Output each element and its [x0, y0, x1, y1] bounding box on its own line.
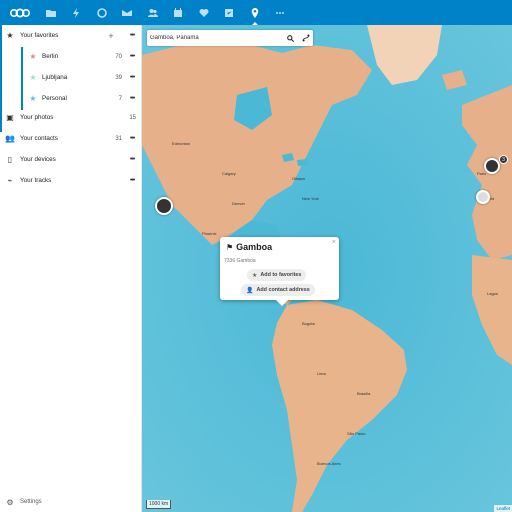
svg-text:Ottawa: Ottawa: [292, 176, 305, 181]
star-icon: ★: [29, 73, 37, 82]
photo-marker[interactable]: [476, 190, 490, 204]
nextcloud-logo[interactable]: [2, 0, 38, 25]
contact-avatar-marker[interactable]: [155, 197, 173, 215]
map-search-bar: [147, 30, 313, 46]
svg-text:New York: New York: [302, 196, 319, 201]
search-input[interactable]: [147, 31, 283, 45]
sidebar-item-contacts[interactable]: 👥 Your contacts 31 •••: [0, 128, 142, 149]
svg-text:Phoenix: Phoenix: [202, 231, 216, 236]
svg-text:Lagos: Lagos: [487, 291, 498, 296]
location-popup: × ⚑ Gamboa 7336 Gamboa ★ Add to favorite…: [220, 237, 339, 306]
add-to-favorites-button[interactable]: ★ Add to favorites: [247, 269, 307, 281]
top-header: [0, 0, 512, 25]
svg-text:Denver: Denver: [232, 201, 246, 206]
svg-text:Bogotá: Bogotá: [302, 321, 315, 326]
map-view[interactable]: Edmonton Calgary Ottawa New York Denver …: [142, 25, 512, 512]
image-icon: ▣: [6, 113, 14, 122]
mail-icon[interactable]: [115, 0, 141, 25]
leaflet-attribution-link[interactable]: Leaflet: [494, 505, 512, 512]
popup-address: 7336 Gamboa: [224, 258, 256, 264]
search-icon[interactable]: [283, 31, 298, 45]
tasks-icon[interactable]: [217, 0, 243, 25]
add-contact-address-button[interactable]: 👤 Add contact address: [241, 284, 315, 296]
more-icon[interactable]: •••: [126, 53, 138, 60]
contacts-icon[interactable]: [140, 0, 166, 25]
sidebar: ★ Your favorites + ••• ★ Berlin 70 ••• ★…: [0, 25, 142, 512]
sidebar-item-favorites[interactable]: ★ Your favorites + •••: [0, 25, 142, 46]
close-icon[interactable]: ×: [332, 239, 336, 246]
sidebar-item-ljubljana[interactable]: ★ Ljubljana 39 •••: [24, 67, 142, 88]
settings-button[interactable]: ⚙ Settings: [0, 492, 142, 512]
sidebar-item-photos[interactable]: ▣ Your photos 15: [0, 107, 142, 128]
sidebar-item-personal[interactable]: ★ Personal 7 •••: [24, 88, 142, 109]
more-icon[interactable]: •••: [126, 177, 138, 184]
favorites-group-indicator: [21, 47, 23, 110]
cluster-count-badge: 3: [499, 155, 508, 164]
svg-text:Paris: Paris: [477, 171, 486, 176]
photo-cluster-marker[interactable]: [484, 158, 500, 174]
more-icon[interactable]: •••: [126, 135, 138, 142]
sidebar-item-berlin[interactable]: ★ Berlin 70 •••: [24, 46, 142, 67]
more-apps-icon[interactable]: [268, 0, 294, 25]
sidebar-item-devices[interactable]: ▯ Your devices •••: [0, 149, 142, 170]
star-icon: ★: [252, 272, 258, 279]
map-scale: 1000 km: [146, 500, 172, 509]
more-icon[interactable]: •••: [126, 32, 138, 39]
gear-icon: ⚙: [6, 497, 14, 507]
svg-text:Lima: Lima: [317, 371, 326, 376]
talk-icon[interactable]: [89, 0, 115, 25]
more-icon[interactable]: •••: [126, 74, 138, 81]
phone-icon: ▯: [7, 155, 13, 164]
star-icon: ★: [29, 94, 37, 103]
files-icon[interactable]: [38, 0, 64, 25]
route-icon[interactable]: [298, 31, 313, 45]
contact-icon: 👤: [246, 287, 254, 294]
contacts-icon: 👥: [5, 134, 15, 143]
svg-text:Brasília: Brasília: [357, 391, 371, 396]
track-icon: ⌁: [7, 176, 13, 185]
svg-text:Buenos Aires: Buenos Aires: [317, 461, 341, 466]
flag-icon: ⚑: [226, 242, 234, 252]
more-icon[interactable]: •••: [126, 156, 138, 163]
svg-text:Calgary: Calgary: [222, 171, 236, 176]
svg-text:São Paulo: São Paulo: [347, 431, 366, 436]
activity-icon[interactable]: [64, 0, 90, 25]
star-icon: ★: [29, 52, 37, 61]
star-icon: ★: [6, 31, 14, 40]
maps-icon[interactable]: [242, 0, 268, 25]
more-icon[interactable]: •••: [126, 95, 138, 102]
popup-title: ⚑ Gamboa: [226, 242, 273, 252]
calendar-icon[interactable]: [166, 0, 192, 25]
sidebar-item-tracks[interactable]: ⌁ Your tracks •••: [0, 170, 142, 191]
svg-text:Edmonton: Edmonton: [172, 141, 190, 146]
add-favorite-icon[interactable]: +: [104, 31, 118, 41]
favorites-icon[interactable]: [191, 0, 217, 25]
